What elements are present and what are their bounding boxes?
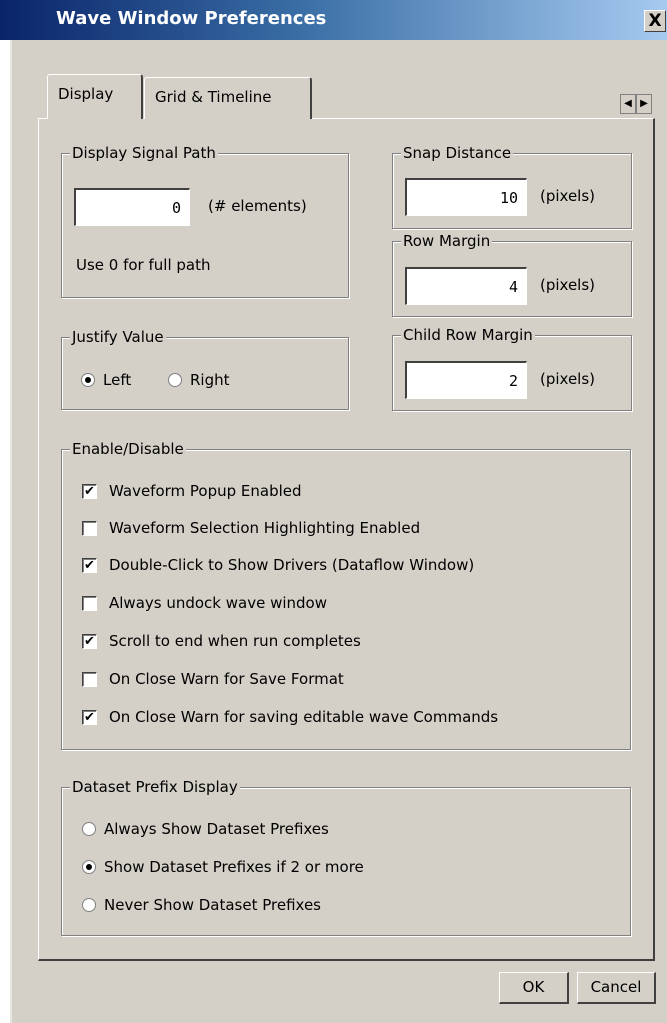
always-show-prefixes-radio[interactable]: Always Show Dataset Prefixes xyxy=(82,820,329,838)
radio-icon[interactable] xyxy=(82,898,96,912)
always-undock-checkbox[interactable]: Always undock wave window xyxy=(82,594,327,612)
snap-distance-input[interactable]: 10 xyxy=(405,178,527,216)
check-icon[interactable]: ✔ xyxy=(82,633,97,649)
checkbox-empty[interactable] xyxy=(82,520,97,536)
display-signal-path-legend: Display Signal Path xyxy=(70,143,218,163)
selection-highlighting-checkbox[interactable]: Waveform Selection Highlighting Enabled xyxy=(82,519,420,537)
double-click-drivers-checkbox[interactable]: ✔ Double-Click to Show Drivers (Dataflow… xyxy=(82,556,474,574)
check-icon[interactable]: ✔ xyxy=(82,709,97,725)
warn-save-format-checkbox[interactable]: On Close Warn for Save Format xyxy=(82,670,344,688)
checkbox-label: Always undock wave window xyxy=(109,594,328,612)
radio-icon[interactable] xyxy=(82,860,96,874)
close-icon: X xyxy=(648,11,662,31)
window-left-edge xyxy=(0,40,10,1023)
justify-left-radio[interactable]: Left xyxy=(81,371,131,389)
scroll-to-end-checkbox[interactable]: ✔ Scroll to end when run completes xyxy=(82,632,361,650)
justify-left-label: Left xyxy=(103,371,132,389)
snap-distance-legend: Snap Distance xyxy=(401,143,514,163)
checkbox-empty[interactable] xyxy=(82,595,97,611)
justify-value-legend: Justify Value xyxy=(70,327,166,347)
child-row-margin-unit: (pixels) xyxy=(540,370,596,388)
justify-right-label: Right xyxy=(190,371,230,389)
checkbox-label: Scroll to end when run completes xyxy=(109,632,361,650)
checkbox-label: On Close Warn for saving editable wave C… xyxy=(109,708,499,726)
row-margin-input[interactable]: 4 xyxy=(405,267,527,305)
checkbox-label: On Close Warn for Save Format xyxy=(109,670,344,688)
tab-scroll-arrows[interactable]: ◀ ▶ xyxy=(620,94,652,114)
dataset-prefix-legend: Dataset Prefix Display xyxy=(70,777,240,797)
tab-grid-timeline[interactable]: Grid & Timeline xyxy=(144,77,312,119)
warn-editable-commands-checkbox[interactable]: ✔ On Close Warn for saving editable wave… xyxy=(82,708,498,726)
ok-button[interactable]: OK xyxy=(499,972,569,1004)
close-button[interactable]: X xyxy=(644,10,666,32)
chevron-left-icon[interactable]: ◀ xyxy=(620,94,636,114)
show-prefixes-if-two-radio[interactable]: Show Dataset Prefixes if 2 or more xyxy=(82,858,364,876)
checkbox-empty[interactable] xyxy=(82,671,97,687)
window-title: Wave Window Preferences xyxy=(56,8,327,29)
cancel-button[interactable]: Cancel xyxy=(577,972,656,1004)
checkbox-label: Double-Click to Show Drivers (Dataflow W… xyxy=(109,556,475,574)
check-icon[interactable]: ✔ xyxy=(82,557,97,573)
radio-icon[interactable] xyxy=(82,822,96,836)
signal-path-elements-input[interactable]: 0 xyxy=(74,188,190,226)
snap-distance-unit: (pixels) xyxy=(540,187,596,205)
checkbox-label: Waveform Popup Enabled xyxy=(109,482,302,500)
window-left-edge-shadow xyxy=(10,40,12,1023)
child-row-margin-input[interactable]: 2 xyxy=(405,361,527,399)
child-row-margin-legend: Child Row Margin xyxy=(401,325,535,345)
never-show-prefixes-radio[interactable]: Never Show Dataset Prefixes xyxy=(82,896,321,914)
radio-label: Show Dataset Prefixes if 2 or more xyxy=(104,858,364,876)
radio-label: Never Show Dataset Prefixes xyxy=(104,896,321,914)
signal-path-hint: Use 0 for full path xyxy=(76,256,211,274)
row-margin-unit: (pixels) xyxy=(540,276,596,294)
radio-icon[interactable] xyxy=(168,373,182,387)
radio-icon[interactable] xyxy=(81,373,95,387)
radio-label: Always Show Dataset Prefixes xyxy=(104,820,329,838)
row-margin-legend: Row Margin xyxy=(401,231,493,251)
check-icon[interactable]: ✔ xyxy=(82,483,97,499)
justify-right-radio[interactable]: Right xyxy=(168,371,230,389)
signal-path-unit: (# elements) xyxy=(208,197,307,215)
enable-disable-legend: Enable/Disable xyxy=(70,439,186,459)
tab-display[interactable]: Display xyxy=(47,74,143,119)
waveform-popup-checkbox[interactable]: ✔ Waveform Popup Enabled xyxy=(82,482,302,500)
chevron-right-icon[interactable]: ▶ xyxy=(636,94,652,114)
checkbox-label: Waveform Selection Highlighting Enabled xyxy=(109,519,421,537)
